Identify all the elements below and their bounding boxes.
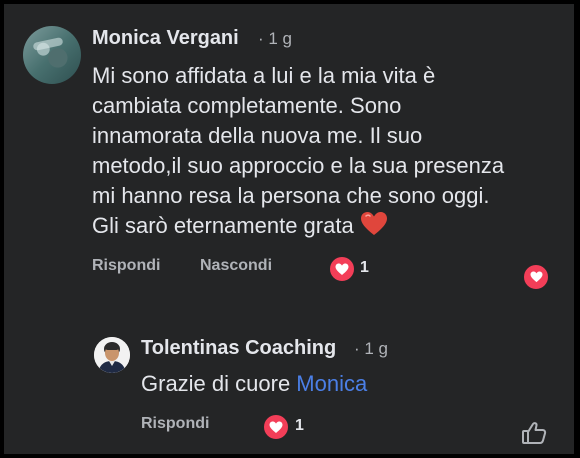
reply-reply-button[interactable]: Rispondi — [141, 415, 209, 433]
reply-text: Grazie di cuore Monica — [141, 369, 367, 399]
coach-avatar[interactable] — [94, 337, 130, 373]
comment-line: Mi sono affidata a lui e la mia vita è — [92, 63, 436, 88]
love-reaction-icon[interactable] — [262, 413, 290, 441]
reply-reaction-count[interactable]: 1 — [295, 417, 304, 435]
reaction-count[interactable]: 1 — [360, 259, 369, 277]
comment-line: mi hanno resa la persona che sono oggi. — [92, 183, 490, 208]
comments-panel: Monica Vergani · 1 g Mi sono affidata a … — [4, 4, 574, 454]
love-react-button-icon[interactable] — [522, 263, 550, 291]
comment-text: Mi sono affidata a lui e la mia vita è c… — [92, 61, 504, 245]
comment-timestamp[interactable]: · 1 g — [258, 29, 292, 49]
reply-button[interactable]: Rispondi — [92, 257, 160, 275]
heart-emoji-icon — [360, 211, 388, 245]
love-reaction-icon[interactable] — [328, 255, 356, 283]
reply-text-content: Grazie di cuore — [141, 371, 297, 396]
mention-link[interactable]: Monica — [296, 371, 367, 396]
hide-button[interactable]: Nascondi — [200, 257, 272, 275]
reply-author-name[interactable]: Tolentinas Coaching — [141, 337, 336, 360]
comment-line: innamorata della nuova me. Il suo — [92, 123, 423, 148]
comment-line: Gli sarò eternamente grata — [92, 211, 504, 245]
comment-line-text: Gli sarò eternamente grata — [92, 213, 354, 238]
like-thumb-icon[interactable] — [521, 421, 547, 450]
comment-line: metodo,il suo approccio e la sua presenz… — [92, 153, 505, 178]
commenter-avatar[interactable] — [23, 26, 81, 84]
comment-line: cambiata completamente. Sono — [92, 93, 402, 118]
reply-timestamp[interactable]: · 1 g — [354, 339, 388, 359]
comment-author-name[interactable]: Monica Vergani — [92, 27, 239, 50]
